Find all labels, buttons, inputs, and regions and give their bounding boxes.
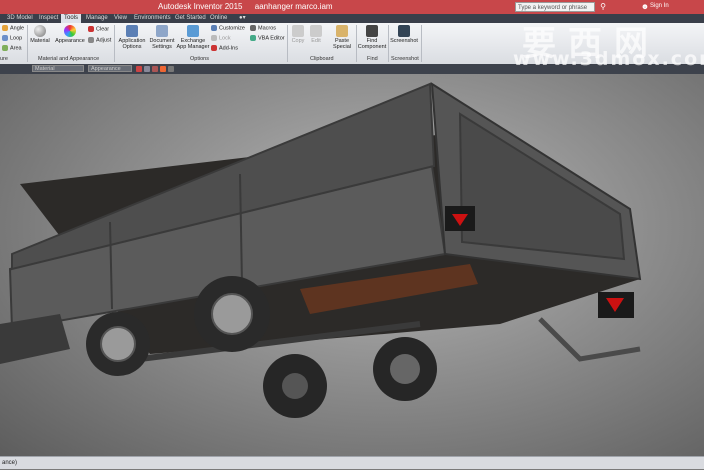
screenshot-group-label: Screenshot <box>391 56 419 62</box>
search-icon[interactable]: ⚲ <box>598 2 608 12</box>
clear-appearance-icon[interactable] <box>136 66 142 72</box>
copy-icon <box>292 25 304 37</box>
rear-bumper <box>538 317 641 362</box>
tab-view[interactable]: View <box>111 14 130 23</box>
adjust-button[interactable]: Adjust <box>88 37 111 43</box>
lock-button[interactable]: Lock <box>211 35 231 41</box>
edit-button[interactable]: Edit <box>308 25 324 44</box>
binoculars-icon <box>366 25 378 37</box>
vba-editor-icon <box>250 35 256 41</box>
group-divider <box>114 25 115 62</box>
group-divider <box>27 25 28 62</box>
paste-special-button[interactable]: Paste Special <box>330 25 354 50</box>
search-input[interactable]: Type a keyword or phrase <box>515 2 595 12</box>
loop-icon <box>2 35 8 41</box>
material-group-label: Material and Appearance <box>38 56 100 62</box>
vba-editor-button[interactable]: VBA Editor <box>250 35 285 41</box>
graphics-viewport[interactable] <box>0 74 704 456</box>
title-bar: Autodesk Inventor 2015 aanhanger marco.i… <box>0 0 704 14</box>
sign-in-link[interactable]: Sign In <box>650 3 669 9</box>
middle-rim <box>211 293 253 335</box>
tab-tools[interactable]: Tools <box>61 14 82 23</box>
app-name: Autodesk Inventor 2015 <box>158 2 243 11</box>
copy-button[interactable]: Copy <box>290 25 306 44</box>
drawbar <box>0 314 70 364</box>
rear-rim-right <box>390 354 420 384</box>
tab-online[interactable]: Online <box>207 14 230 23</box>
document-settings-icon <box>156 25 168 37</box>
more-tabs-icon[interactable]: ●▾ <box>236 14 249 23</box>
adjust-icon[interactable] <box>144 66 150 72</box>
watermark-url: www.3dmox.com <box>513 48 704 70</box>
group-divider <box>421 25 422 62</box>
fx-icon[interactable] <box>160 66 166 72</box>
tab-manage[interactable]: Manage <box>83 14 111 23</box>
angle-icon <box>2 25 8 31</box>
add-ins-button[interactable]: Add-Ins <box>211 45 238 51</box>
material-button[interactable]: Material <box>29 25 51 44</box>
document-name: aanhanger marco.iam <box>254 2 333 11</box>
tab-inspect[interactable]: Inspect <box>36 14 61 23</box>
front-rim <box>100 326 136 362</box>
color-wheel-icon <box>64 25 76 37</box>
status-bar: ance) <box>0 456 704 469</box>
tab-get-started[interactable]: Get Started <box>172 14 209 23</box>
document-settings-button[interactable]: Document Settings <box>147 25 177 50</box>
area-icon <box>2 45 8 51</box>
paste-icon <box>336 25 348 37</box>
application-options-button[interactable]: Application Options <box>116 25 148 50</box>
options-group-label: Options <box>190 56 209 62</box>
area-button[interactable]: Area <box>2 45 22 51</box>
more-icon[interactable] <box>168 66 174 72</box>
loop-button[interactable]: Loop <box>2 35 22 41</box>
material-dropdown[interactable]: Material <box>32 65 84 72</box>
trailer-model <box>0 82 642 418</box>
lock-icon <box>211 35 217 41</box>
rear-panel <box>458 112 626 261</box>
measure-group-label: ure <box>0 56 8 62</box>
macros-button[interactable]: Macros <box>250 25 276 31</box>
customize-icon <box>211 25 217 31</box>
find-component-button[interactable]: Find Component <box>357 25 387 50</box>
appearance-button[interactable]: Appearance <box>54 25 86 44</box>
adjust-icon <box>88 37 94 43</box>
clear-icon <box>88 26 94 32</box>
tab-3d-model[interactable]: 3D Model <box>4 14 36 23</box>
screenshot-button[interactable]: Screenshot <box>389 25 419 44</box>
edit-icon <box>310 25 322 37</box>
customize-button[interactable]: Customize <box>211 25 245 31</box>
exchange-icon <box>187 25 199 37</box>
update-icon[interactable] <box>152 66 158 72</box>
macros-icon <box>250 25 256 31</box>
material-sphere-icon <box>34 25 46 37</box>
angle-button[interactable]: Angle <box>2 25 24 31</box>
find-group-label: Find <box>367 56 378 62</box>
group-divider <box>287 25 288 62</box>
clear-button[interactable]: Clear <box>88 26 109 32</box>
add-ins-icon <box>211 45 217 51</box>
clipboard-group-label: Clipboard <box>310 56 334 62</box>
user-icon[interactable]: ☻ <box>640 2 650 12</box>
exchange-app-manager-button[interactable]: Exchange App Manager <box>176 25 210 50</box>
tab-environments[interactable]: Environments <box>131 14 174 23</box>
options-window-icon <box>126 25 138 37</box>
window-title: Autodesk Inventor 2015 aanhanger marco.i… <box>158 2 343 11</box>
appearance-dropdown[interactable]: Appearance <box>88 65 132 72</box>
rear-rim-left <box>282 373 308 399</box>
screenshot-icon <box>398 25 410 37</box>
